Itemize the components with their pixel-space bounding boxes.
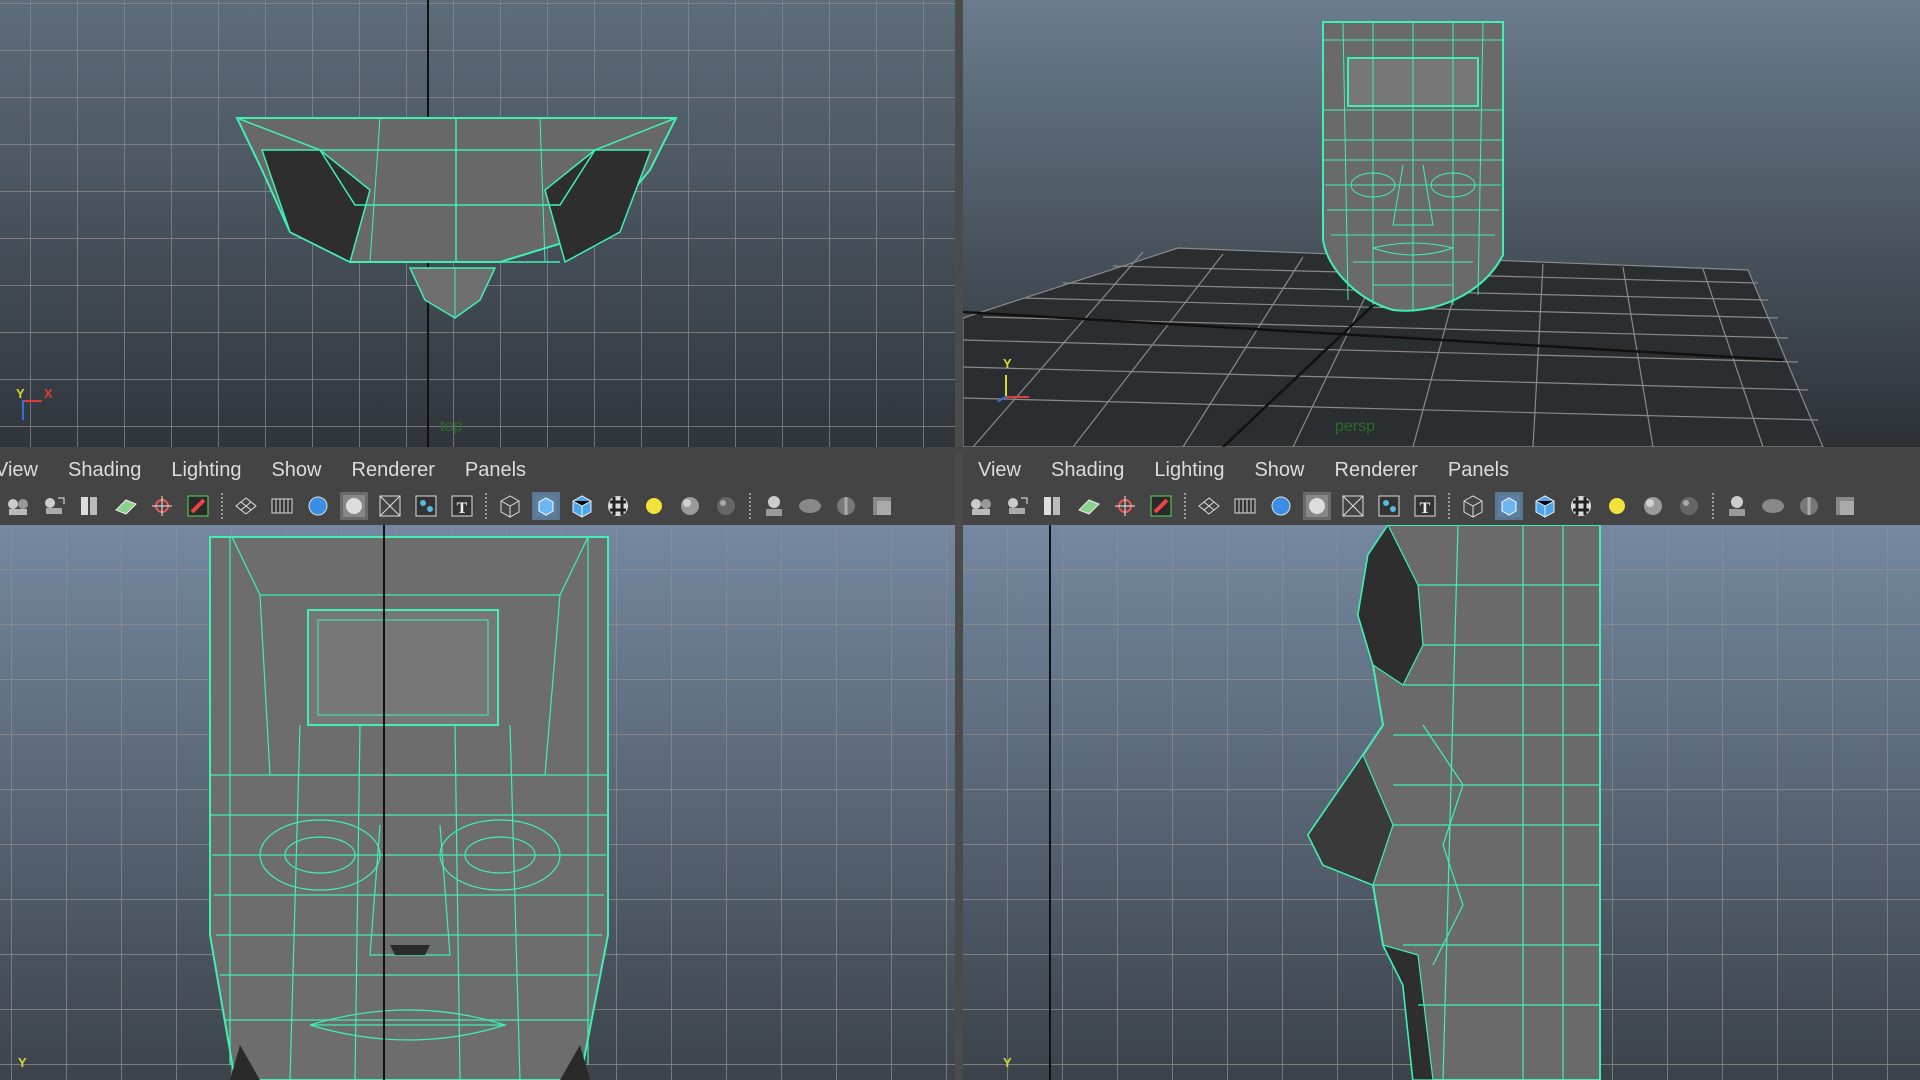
film-gate-icon[interactable] xyxy=(268,492,296,520)
select-camera-icon[interactable] xyxy=(4,492,32,520)
safe-title-icon[interactable]: T xyxy=(1411,492,1439,520)
grid-icon[interactable] xyxy=(1195,492,1223,520)
viewport-side[interactable]: Y xyxy=(963,525,1920,1080)
menu-panels[interactable]: Panels xyxy=(465,459,526,482)
axis-y-label: Y xyxy=(1003,356,1012,371)
ambient-occlusion-icon[interactable] xyxy=(712,492,740,520)
axis-y-label: Y xyxy=(1003,1055,1012,1070)
isolate-select-icon[interactable] xyxy=(1723,492,1751,520)
wireframe-on-shaded-icon[interactable] xyxy=(568,492,596,520)
select-camera-icon[interactable] xyxy=(967,492,995,520)
panel-splitter-vertical[interactable] xyxy=(955,0,963,1080)
isolate-select-icon[interactable] xyxy=(760,492,788,520)
smooth-shade-icon[interactable] xyxy=(1495,492,1523,520)
image-plane-icon[interactable] xyxy=(1075,492,1103,520)
toolbar-separator xyxy=(749,493,751,519)
image-plane-icon[interactable] xyxy=(112,492,140,520)
safe-action-icon[interactable] xyxy=(412,492,440,520)
panel-toolbar-right: T xyxy=(963,487,1920,525)
resolution-gate-icon[interactable] xyxy=(304,492,332,520)
wireframe-on-shaded-icon[interactable] xyxy=(1531,492,1559,520)
grease-pencil-icon[interactable] xyxy=(148,492,176,520)
shadows-icon[interactable] xyxy=(676,492,704,520)
gate-mask-icon[interactable] xyxy=(340,492,368,520)
menu-view[interactable]: View xyxy=(978,459,1021,482)
panel-menubar-right: View Shading Lighting Show Renderer Pane… xyxy=(963,453,1920,487)
safe-action-icon[interactable] xyxy=(1375,492,1403,520)
toolbar-separator xyxy=(221,493,223,519)
head-mesh-front[interactable] xyxy=(209,536,609,1080)
2d-pan-zoom-icon[interactable] xyxy=(184,492,212,520)
resolution-gate-icon[interactable] xyxy=(1267,492,1295,520)
grease-pencil-icon[interactable] xyxy=(1111,492,1139,520)
head-mesh-persp[interactable] xyxy=(1322,21,1504,312)
panel-toolbar-left: T xyxy=(0,487,955,525)
backface-culling-icon[interactable] xyxy=(868,492,896,520)
film-gate-icon[interactable] xyxy=(1231,492,1259,520)
grid-icon[interactable] xyxy=(232,492,260,520)
gate-mask-icon[interactable] xyxy=(1303,492,1331,520)
menu-view[interactable]: View xyxy=(0,459,38,482)
axis-y-label: Y xyxy=(16,386,25,401)
toolbar-separator xyxy=(1184,493,1186,519)
textured-icon[interactable] xyxy=(1567,492,1595,520)
menu-shading[interactable]: Shading xyxy=(68,459,141,482)
toolbar-separator xyxy=(1448,493,1450,519)
xray-joints-icon[interactable] xyxy=(1795,492,1823,520)
viewport-persp[interactable]: Y persp xyxy=(963,0,1920,447)
axis-x-label: X xyxy=(44,386,53,401)
field-chart-icon[interactable] xyxy=(1339,492,1367,520)
menu-shading[interactable]: Shading xyxy=(1051,459,1124,482)
ambient-occlusion-icon[interactable] xyxy=(1675,492,1703,520)
menu-show[interactable]: Show xyxy=(271,459,321,482)
textured-icon[interactable] xyxy=(604,492,632,520)
menu-show[interactable]: Show xyxy=(1254,459,1304,482)
bookmarks-icon[interactable] xyxy=(76,492,104,520)
bookmarks-icon[interactable] xyxy=(1039,492,1067,520)
backface-culling-icon[interactable] xyxy=(1831,492,1859,520)
menu-renderer[interactable]: Renderer xyxy=(352,459,435,482)
safe-title-icon[interactable]: T xyxy=(448,492,476,520)
menu-lighting[interactable]: Lighting xyxy=(171,459,241,482)
svg-text:T: T xyxy=(457,500,468,517)
use-all-lights-icon[interactable] xyxy=(1603,492,1631,520)
panel-menubar-left: View Shading Lighting Show Renderer Pane… xyxy=(0,453,955,487)
svg-text:T: T xyxy=(1420,500,1431,517)
field-chart-icon[interactable] xyxy=(376,492,404,520)
viewport-front[interactable]: Y xyxy=(0,525,955,1080)
menu-lighting[interactable]: Lighting xyxy=(1154,459,1224,482)
2d-pan-zoom-icon[interactable] xyxy=(1147,492,1175,520)
menu-panels[interactable]: Panels xyxy=(1448,459,1509,482)
xray-icon[interactable] xyxy=(796,492,824,520)
camera-attributes-icon[interactable] xyxy=(1003,492,1031,520)
menu-renderer[interactable]: Renderer xyxy=(1335,459,1418,482)
xray-icon[interactable] xyxy=(1759,492,1787,520)
smooth-shade-icon[interactable] xyxy=(532,492,560,520)
wireframe-icon[interactable] xyxy=(496,492,524,520)
toolbar-separator xyxy=(1712,493,1714,519)
axis-y-label: Y xyxy=(18,1055,27,1070)
use-all-lights-icon[interactable] xyxy=(640,492,668,520)
shadows-icon[interactable] xyxy=(1639,492,1667,520)
camera-label: top xyxy=(440,418,463,435)
wireframe-icon[interactable] xyxy=(1459,492,1487,520)
viewport-top[interactable]: Y X top xyxy=(0,0,955,447)
camera-attributes-icon[interactable] xyxy=(40,492,68,520)
camera-label: persp xyxy=(1335,418,1376,435)
toolbar-separator xyxy=(485,493,487,519)
xray-joints-icon[interactable] xyxy=(832,492,860,520)
